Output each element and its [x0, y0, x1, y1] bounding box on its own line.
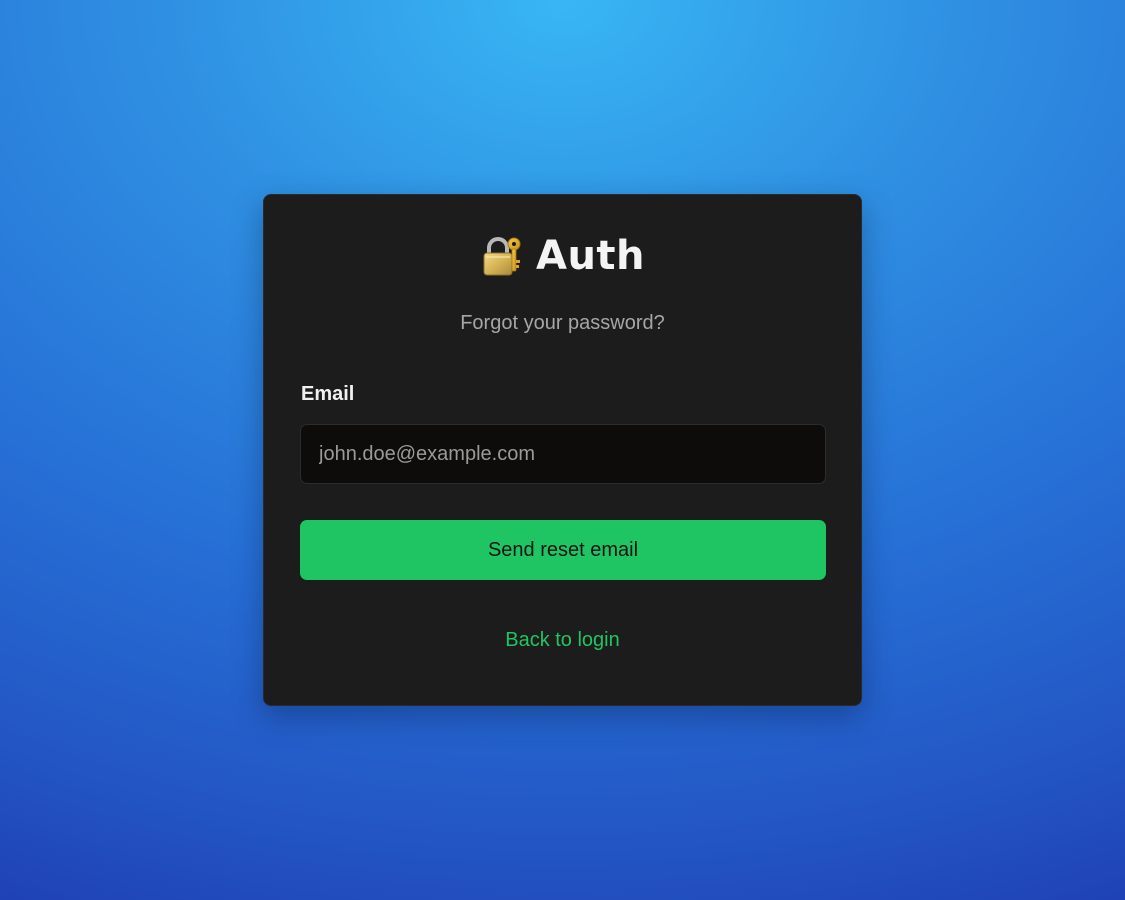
send-reset-email-button[interactable]: Send reset email [300, 520, 826, 580]
email-label: Email [301, 383, 355, 405]
page-subtitle: Forgot your password? [460, 312, 665, 334]
brand-header: Auth [264, 231, 861, 281]
locked-with-key-icon [480, 234, 524, 278]
email-input[interactable] [300, 424, 826, 484]
brand-title: Auth [535, 233, 646, 279]
back-to-login-link[interactable]: Back to login [264, 629, 861, 652]
reset-password-card: Auth Forgot your password? Email Send re… [263, 194, 862, 706]
